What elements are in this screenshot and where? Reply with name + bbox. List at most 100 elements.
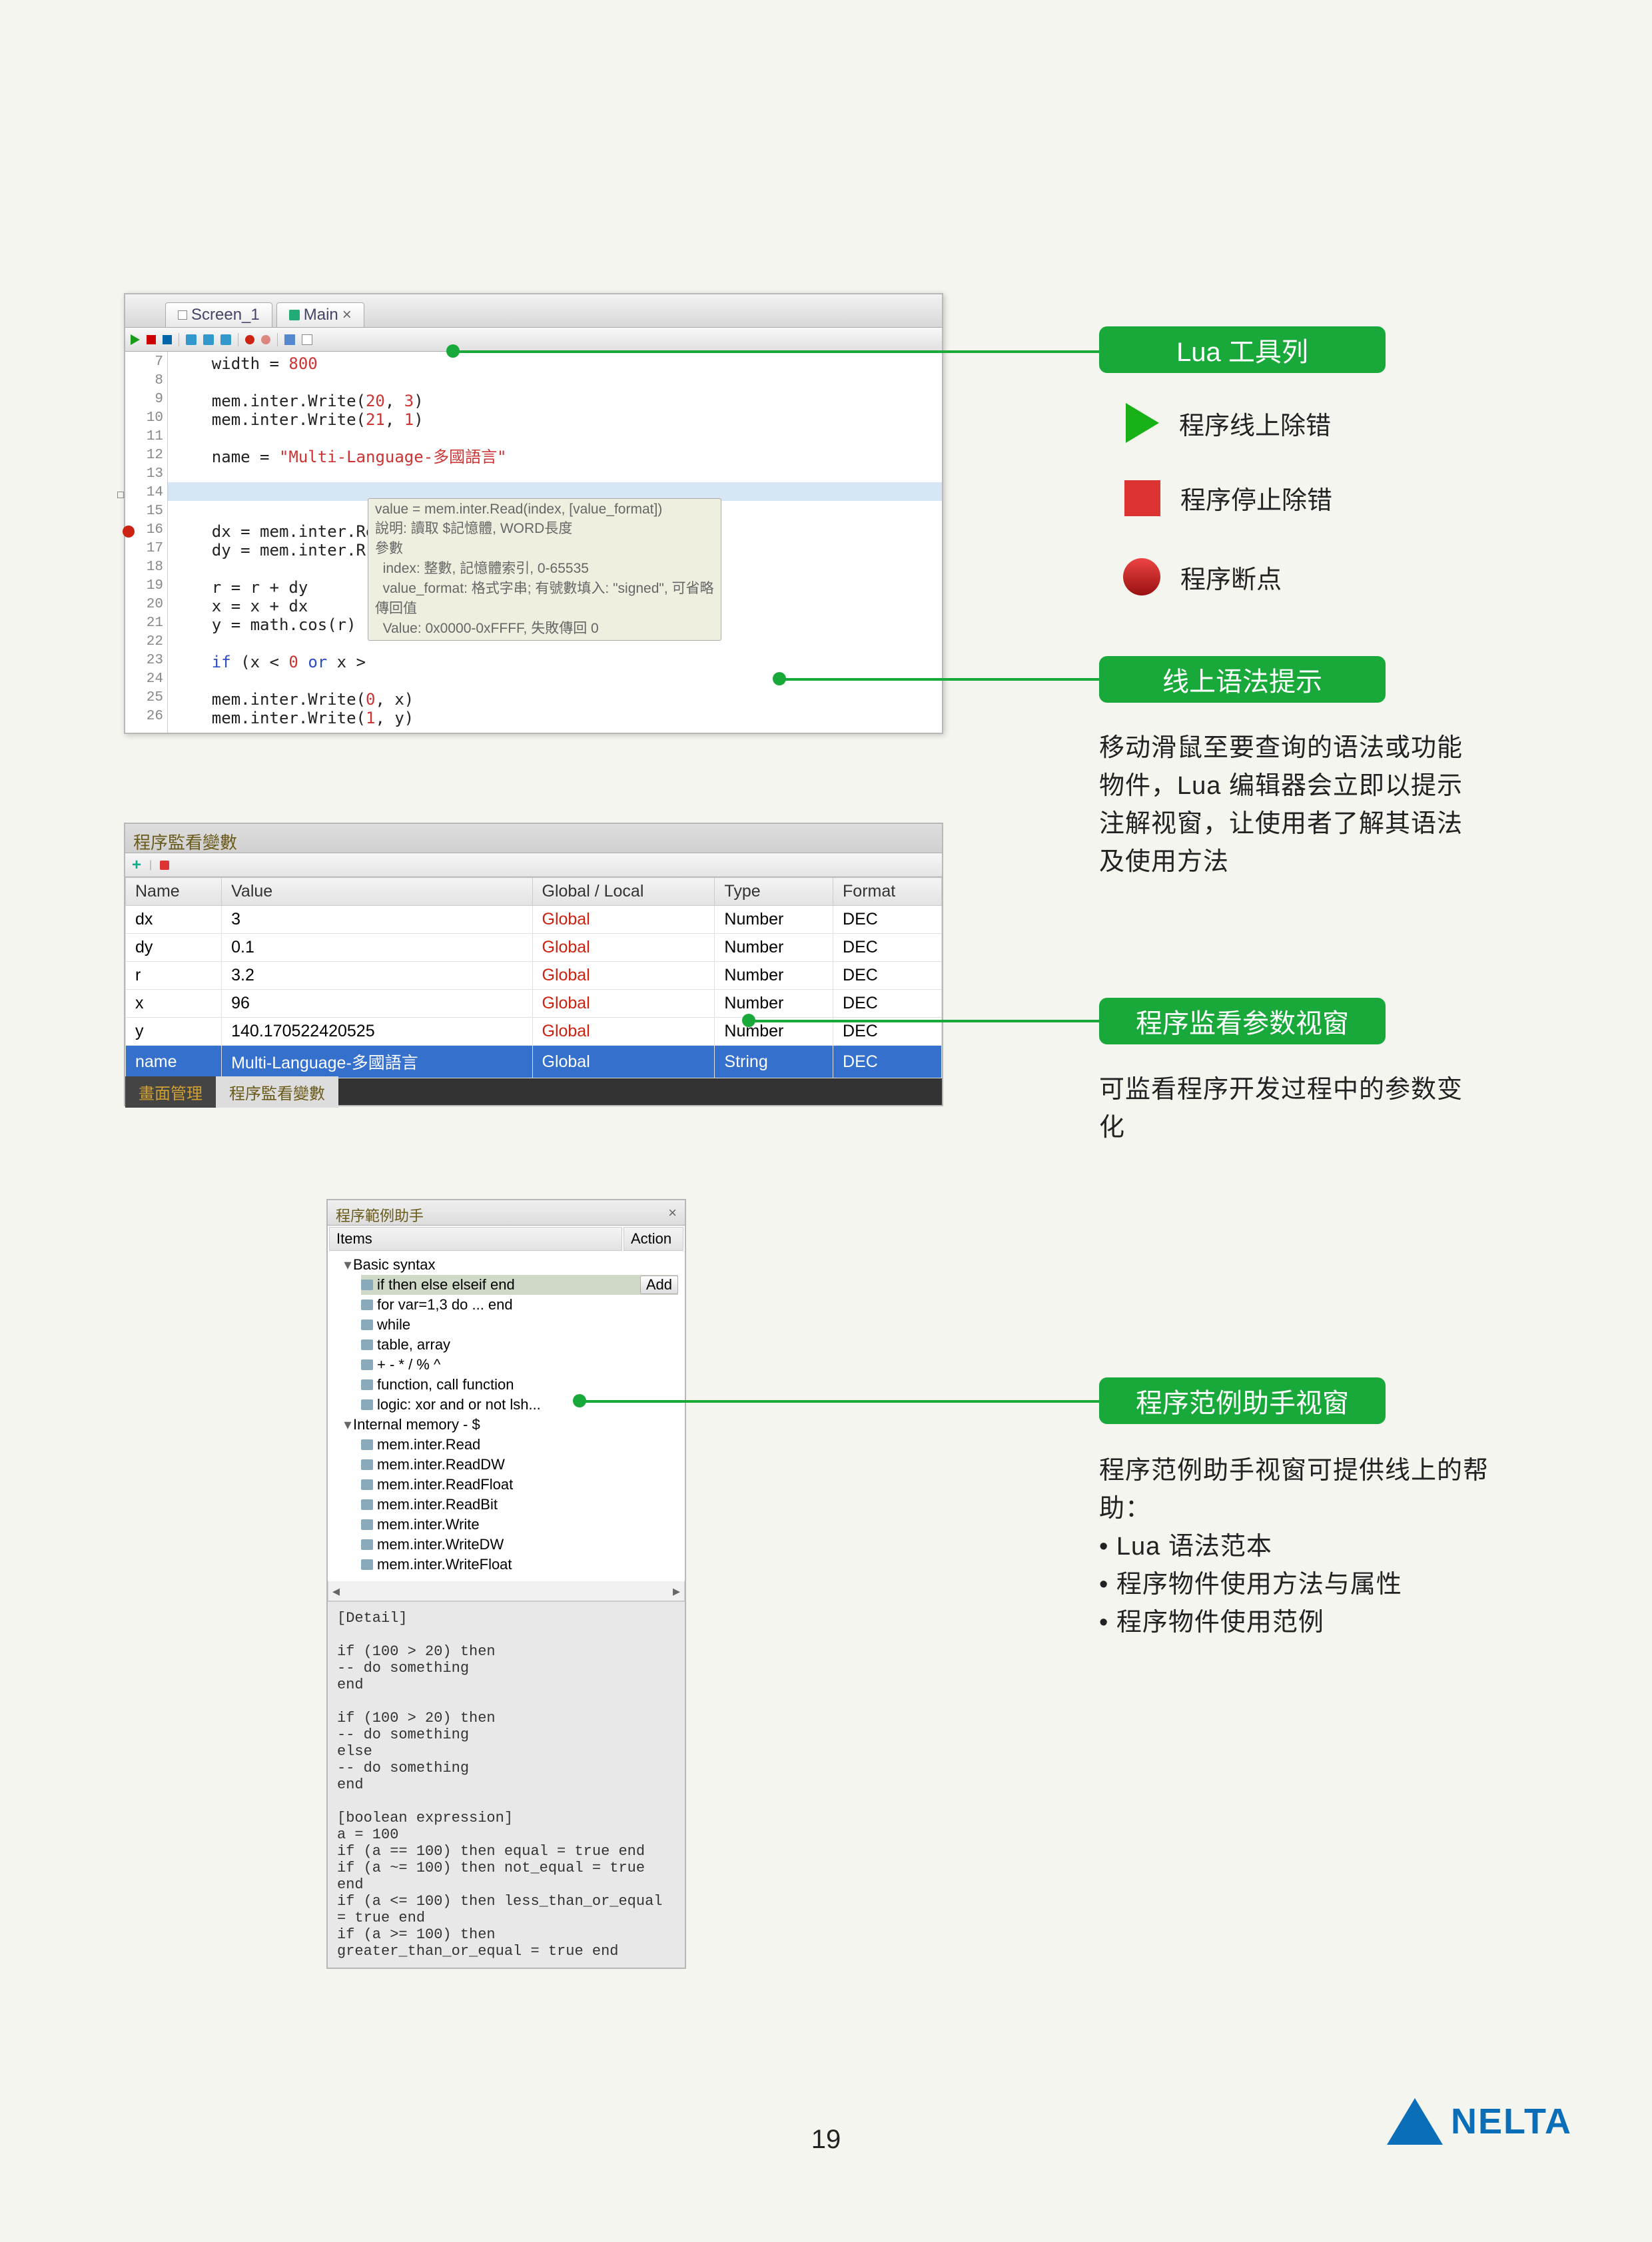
- breakpoint-disable-icon[interactable]: [261, 335, 270, 344]
- add-icon[interactable]: +: [132, 856, 141, 875]
- cell-name: r: [126, 962, 222, 990]
- tree-item[interactable]: mem.inter.WriteDW: [361, 1535, 678, 1555]
- tree-item[interactable]: function, call function: [361, 1375, 678, 1395]
- expand-icon[interactable]: ▾: [342, 1256, 353, 1274]
- item-icon: [361, 1399, 373, 1410]
- tree-item[interactable]: table, array: [361, 1335, 678, 1355]
- scroll-right-icon[interactable]: ▸: [673, 1583, 680, 1600]
- syntax-hint-text: 移动滑鼠至要查询的语法或功能物件，Lua 编辑器会立即以提示注解视窗，让使用者了…: [1099, 729, 1485, 881]
- check-icon[interactable]: [302, 334, 312, 345]
- tree-group-memory[interactable]: ▾ Internal memory - $: [342, 1415, 678, 1435]
- pause-icon[interactable]: [163, 335, 172, 344]
- assist-panel: 程序範例助手 × Items Action ▾ Basic syntax if …: [326, 1199, 686, 1969]
- tree-item[interactable]: mem.inter.ReadDW: [361, 1455, 678, 1475]
- item-label: + - * / % ^: [377, 1356, 440, 1373]
- col-type[interactable]: Type: [715, 878, 833, 906]
- col-format[interactable]: Format: [833, 878, 942, 906]
- cell-name: dy: [126, 934, 222, 962]
- table-row[interactable]: nameMulti-Language-多國語言GlobalStringDEC: [126, 1046, 942, 1078]
- item-label: for var=1,3 do ... end: [377, 1296, 513, 1313]
- cell-value: 140.170522420525: [222, 1018, 532, 1046]
- legend-label: 程序停止除错: [1180, 480, 1332, 516]
- col-scope[interactable]: Global / Local: [532, 878, 715, 906]
- logo-triangle-icon: [1387, 2098, 1443, 2145]
- cell-format: DEC: [833, 1046, 942, 1078]
- tab-watch[interactable]: 程序監看變數: [216, 1076, 338, 1108]
- tree-item[interactable]: mem.inter.Write: [361, 1515, 678, 1535]
- cell-format: DEC: [833, 990, 942, 1018]
- tree-item[interactable]: while: [361, 1315, 678, 1335]
- connector-line: [747, 1020, 1100, 1022]
- fold-handle[interactable]: [117, 492, 124, 498]
- step-into-icon[interactable]: [203, 334, 214, 345]
- separator: [277, 333, 278, 346]
- bottom-tabs: 畫面管理 程序監看變數: [125, 1078, 942, 1105]
- cell-scope: Global: [532, 934, 715, 962]
- item-label: function, call function: [377, 1376, 514, 1393]
- col-value[interactable]: Value: [222, 878, 532, 906]
- assist-title: 程序範例助手: [336, 1204, 424, 1221]
- callout-label: Lua 工具列: [1176, 330, 1308, 369]
- assist-bullet1: Lua 语法范本: [1116, 1533, 1272, 1561]
- legend-run: 程序线上除错: [1126, 403, 1331, 443]
- window-icon: [178, 310, 187, 320]
- tab-main[interactable]: Main ×: [276, 302, 364, 327]
- callout-watch: 程序监看参数视窗: [1099, 998, 1386, 1044]
- tree-item[interactable]: mem.inter.ReadFloat: [361, 1475, 678, 1495]
- step-out-icon[interactable]: [220, 334, 231, 345]
- tree-item[interactable]: + - * / % ^: [361, 1355, 678, 1375]
- assist-detail: [Detail] if (100 > 20) then -- do someth…: [328, 1601, 685, 1968]
- cell-scope: Global: [532, 962, 715, 990]
- col-name[interactable]: Name: [126, 878, 222, 906]
- tab-screen-manage[interactable]: 畫面管理: [125, 1076, 216, 1108]
- script-icon: [289, 310, 300, 320]
- add-button[interactable]: Add: [640, 1276, 678, 1294]
- scroll-left-icon[interactable]: ◂: [332, 1583, 340, 1600]
- cell-type: Number: [715, 990, 833, 1018]
- tree-item[interactable]: mem.inter.WriteFloat: [361, 1555, 678, 1575]
- item-icon: [361, 1539, 373, 1550]
- step-over-icon[interactable]: [186, 334, 197, 345]
- cell-value: 3.2: [222, 962, 532, 990]
- table-row[interactable]: x96GlobalNumberDEC: [126, 990, 942, 1018]
- col-items: Items: [329, 1227, 622, 1251]
- tab-screen1[interactable]: Screen_1: [165, 302, 272, 327]
- connector-dot: [573, 1394, 586, 1407]
- breakpoint-dot[interactable]: [123, 526, 135, 538]
- assist-bullet3: 程序物件使用范例: [1116, 1609, 1324, 1637]
- connector-line: [779, 678, 1099, 681]
- scrollbar[interactable]: ◂ ▸: [328, 1581, 685, 1601]
- code-body[interactable]: width = 800 mem.inter.Write(20, 3) mem.i…: [168, 352, 942, 733]
- watch-title: 程序監看變數: [125, 824, 942, 853]
- tool-icon[interactable]: [284, 334, 295, 345]
- item-label: logic: xor and or not lsh...: [377, 1396, 541, 1413]
- stop-icon[interactable]: [147, 335, 156, 344]
- legend-breakpoint: 程序断点: [1123, 558, 1282, 595]
- tree-item[interactable]: logic: xor and or not lsh...: [361, 1395, 678, 1415]
- assist-bullet2: 程序物件使用方法与属性: [1116, 1571, 1402, 1599]
- callout-assist: 程序范例助手视窗: [1099, 1377, 1386, 1424]
- tree-item[interactable]: if then else elseif endAdd: [361, 1275, 678, 1295]
- cell-type: String: [715, 1046, 833, 1078]
- table-row[interactable]: dy0.1GlobalNumberDEC: [126, 934, 942, 962]
- assist-intro: 程序范例助手视窗可提供线上的帮助：: [1099, 1457, 1489, 1523]
- item-icon: [361, 1280, 373, 1290]
- run-icon[interactable]: [131, 334, 140, 345]
- close-icon[interactable]: ×: [342, 306, 352, 324]
- tree-item[interactable]: for var=1,3 do ... end: [361, 1295, 678, 1315]
- table-row[interactable]: r3.2GlobalNumberDEC: [126, 962, 942, 990]
- tree-item[interactable]: mem.inter.ReadBit: [361, 1495, 678, 1515]
- tab-label: Screen_1: [191, 306, 260, 324]
- tree-item[interactable]: mem.inter.Read: [361, 1435, 678, 1455]
- separator: |: [149, 859, 152, 871]
- brand-name: NELTA: [1451, 2101, 1572, 2142]
- delete-icon[interactable]: [160, 861, 169, 870]
- cell-type: Number: [715, 962, 833, 990]
- tree-group-basic[interactable]: ▾ Basic syntax: [342, 1255, 678, 1275]
- breakpoint-icon[interactable]: [245, 335, 254, 344]
- expand-icon[interactable]: ▾: [342, 1416, 353, 1433]
- close-icon[interactable]: ×: [668, 1204, 677, 1221]
- item-icon: [361, 1479, 373, 1490]
- table-row[interactable]: dx3GlobalNumberDEC: [126, 906, 942, 934]
- cell-format: DEC: [833, 934, 942, 962]
